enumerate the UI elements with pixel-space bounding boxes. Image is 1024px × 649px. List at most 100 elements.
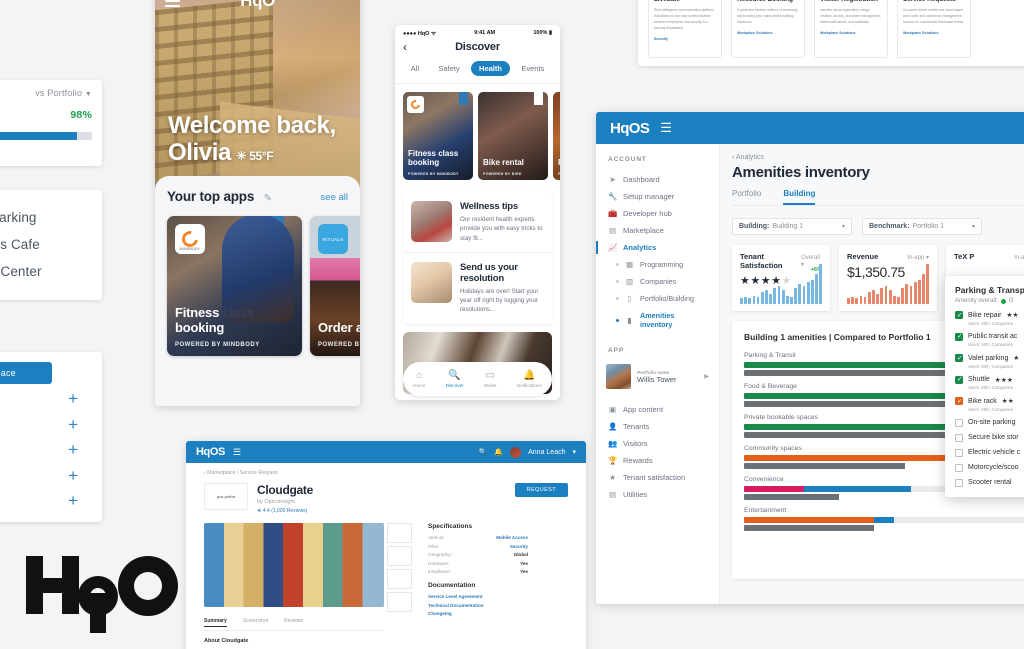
app-screenshot[interactable] xyxy=(204,523,384,607)
discover-segment-health[interactable]: Health xyxy=(471,61,510,76)
sidebar-item-setup-manager[interactable]: 🔧 Setup manager xyxy=(596,188,719,205)
sidebar-item-utilities[interactable]: ▤ Utilities xyxy=(596,486,719,503)
breadcrumb[interactable]: ‹ Marketplace / Service Request xyxy=(204,470,568,476)
shop-marketplace-button[interactable]: Shop Marketplace xyxy=(0,362,52,384)
checkbox-icon[interactable] xyxy=(955,418,963,427)
popup-item[interactable]: Motorcycle/scoo xyxy=(955,463,1024,472)
checkbox-icon[interactable] xyxy=(955,375,963,384)
checkbox-icon[interactable] xyxy=(955,397,963,406)
checkbox-icon[interactable] xyxy=(955,478,963,487)
see-all-link[interactable]: see all xyxy=(321,192,348,203)
bell-icon[interactable]: 🔔 xyxy=(494,448,503,456)
discover-segment-all[interactable]: All xyxy=(403,61,427,76)
app-tile-order-ahead[interactable]: RITUALS Order ahe POWERED BY R xyxy=(310,216,360,356)
popup-item[interactable]: Scooter rental xyxy=(955,478,1024,487)
sidebar-item-tenants[interactable]: 👤 Tenants xyxy=(596,418,719,435)
plus-icon[interactable]: + xyxy=(68,492,92,509)
popup-item[interactable]: Secure bike stor xyxy=(955,433,1024,442)
sidebar-subitem-label: Portfolio/Building xyxy=(640,294,694,303)
sidebar-item-developer-hub[interactable]: 🧰 Developer hub xyxy=(596,205,719,222)
app-thumbnail[interactable] xyxy=(387,592,412,612)
shop-row[interactable]: ge + xyxy=(0,461,92,487)
hamburger-menu-icon[interactable] xyxy=(165,0,180,10)
sidebar-item-rewards[interactable]: 🏆 Rewards xyxy=(596,452,719,469)
kpi-selector[interactable]: In-app ▾ xyxy=(907,254,929,261)
score-percent: 98% xyxy=(70,109,92,121)
checkbox-icon[interactable] xyxy=(955,433,963,442)
filter-select[interactable]: Building: Building 1 ▾ xyxy=(732,218,852,235)
article-row[interactable]: Send us your resolution Holidays are ove… xyxy=(403,251,552,324)
shop-row[interactable]: chine + xyxy=(0,435,92,461)
marketplace-app-card[interactable]: Visitor Registration Handles visitor reg… xyxy=(814,0,888,58)
plus-icon[interactable]: + xyxy=(68,416,92,433)
documentation-link[interactable]: Technical Documentation xyxy=(428,603,528,608)
discover-filter-segments: All Safety Health Events xyxy=(395,59,560,84)
app-thumbnail[interactable] xyxy=(387,569,412,589)
documentation-link[interactable]: Changelog xyxy=(428,611,528,616)
checkbox-icon[interactable] xyxy=(955,463,963,472)
marketplace-app-card[interactable]: LiveSafe Risk intelligence communication… xyxy=(648,0,722,58)
app-tile-fitness[interactable]: MINDBODY Fitness class booking POWERED B… xyxy=(167,216,302,356)
avatar[interactable] xyxy=(510,446,522,458)
chevron-down-icon[interactable]: ▾ xyxy=(572,448,576,456)
sidebar-item-dashboard[interactable]: ➤ Dashboard xyxy=(596,171,719,188)
sidebar-subitem-companies[interactable]: ▥ Companies xyxy=(596,273,719,290)
popup-item[interactable]: Bike repair ★★ Users: 400 | Companies xyxy=(955,311,1024,326)
popup-item[interactable]: Electric vehicle c xyxy=(955,448,1024,457)
checkbox-icon[interactable] xyxy=(955,332,963,341)
marketplace-app-card[interactable]: Service Requests Customer driven mobile … xyxy=(897,0,971,58)
plus-icon[interactable]: + xyxy=(68,467,92,484)
tab-home[interactable]: ⌂ Home xyxy=(413,370,425,388)
sidebar-subitem-amenities-inventory[interactable]: ▮ Amenities inventory xyxy=(596,307,719,333)
discover-card[interactable]: Fitness class booking POWERED BY MINDBOD… xyxy=(403,92,473,180)
search-icon[interactable]: 🔍 xyxy=(479,448,488,456)
discover-segment-safety[interactable]: Safety xyxy=(430,61,467,76)
sidebar-item-analytics[interactable]: 📈 Analytics xyxy=(596,239,719,256)
article-row[interactable]: Wellness tips Our resident health expert… xyxy=(403,192,552,252)
shop-row[interactable]: ge + xyxy=(0,486,92,512)
popup-item[interactable]: Public transit ac Users: 500 | Companies xyxy=(955,332,1024,347)
sidebar-subitem-programming[interactable]: ▦ Programming xyxy=(596,256,719,273)
tab-building[interactable]: Building xyxy=(783,189,816,205)
shop-row[interactable]: + xyxy=(0,384,92,410)
checkbox-icon[interactable] xyxy=(955,448,963,457)
hamburger-menu-icon[interactable]: ☰ xyxy=(233,447,241,458)
popup-item[interactable]: Bike rack ★★ Users: 456 | Companies xyxy=(955,397,1024,412)
request-button[interactable]: REQUEST xyxy=(514,483,568,497)
sidebar-item-marketplace[interactable]: ▤ Marketplace xyxy=(596,222,719,239)
sidebar-item-visitors[interactable]: 👥 Visitors xyxy=(596,435,719,452)
tab-wallet[interactable]: ▭ Wallet xyxy=(484,370,497,388)
tab-portfolio[interactable]: Portfolio xyxy=(732,189,761,205)
popup-item[interactable]: Valet parking ★ Users: 800 | Companies xyxy=(955,354,1024,369)
sidebar-item-tenant-satisfaction[interactable]: ★ Tenant satisfaction xyxy=(596,469,719,486)
popup-item[interactable]: Shuttle ★★★ Users: 500 | Companies xyxy=(955,375,1024,390)
kpi-selector[interactable]: In-app ▾ xyxy=(1014,254,1024,261)
plus-icon[interactable]: + xyxy=(68,390,92,407)
discover-card[interactable]: Fit bo PO xyxy=(553,92,560,180)
checkbox-icon[interactable] xyxy=(955,354,963,363)
vs-portfolio-selector[interactable]: vs Portfolio ▼ xyxy=(0,88,92,98)
sidebar-item-app-content[interactable]: ▣ App content xyxy=(596,401,719,418)
hamburger-menu-icon[interactable]: ☰ xyxy=(660,120,672,136)
filter-select[interactable]: Benchmark: Portfolio 1 ▾ xyxy=(862,218,982,235)
discover-segment-events[interactable]: Events xyxy=(513,61,552,76)
tab-screenshot[interactable]: Screenshot xyxy=(243,618,268,627)
plus-icon[interactable]: + xyxy=(68,441,92,458)
tab-notifications[interactable]: 🔔 Notifications xyxy=(517,370,542,388)
discover-card[interactable]: Bike rental POWERED BY BIRD xyxy=(478,92,548,180)
pencil-edit-icon[interactable]: ✎ xyxy=(264,193,272,204)
checkbox-icon[interactable] xyxy=(955,311,963,320)
breadcrumb[interactable]: ‹ Analytics xyxy=(732,154,1024,161)
spec-value[interactable]: Security xyxy=(510,544,528,549)
portfolio-selector[interactable]: Portfolio name Willis Tower ▶ xyxy=(596,362,719,401)
sidebar-subitem-portfolio-building[interactable]: ▯ Portfolio/Building xyxy=(596,290,719,307)
spec-value[interactable]: Mobile Access xyxy=(496,535,528,540)
app-thumbnail[interactable] xyxy=(387,546,412,566)
documentation-link[interactable]: Service Level Agreement xyxy=(428,594,528,599)
tab-reviews[interactable]: Reviews xyxy=(284,618,303,627)
popup-item[interactable]: On-site parking xyxy=(955,418,1024,427)
tab-discover[interactable]: 🔍 Discover xyxy=(446,370,464,388)
marketplace-app-card[interactable]: Resource Booking A quick and intuitive m… xyxy=(731,0,805,58)
shop-row[interactable]: + xyxy=(0,410,92,436)
app-thumbnail[interactable] xyxy=(387,523,412,543)
